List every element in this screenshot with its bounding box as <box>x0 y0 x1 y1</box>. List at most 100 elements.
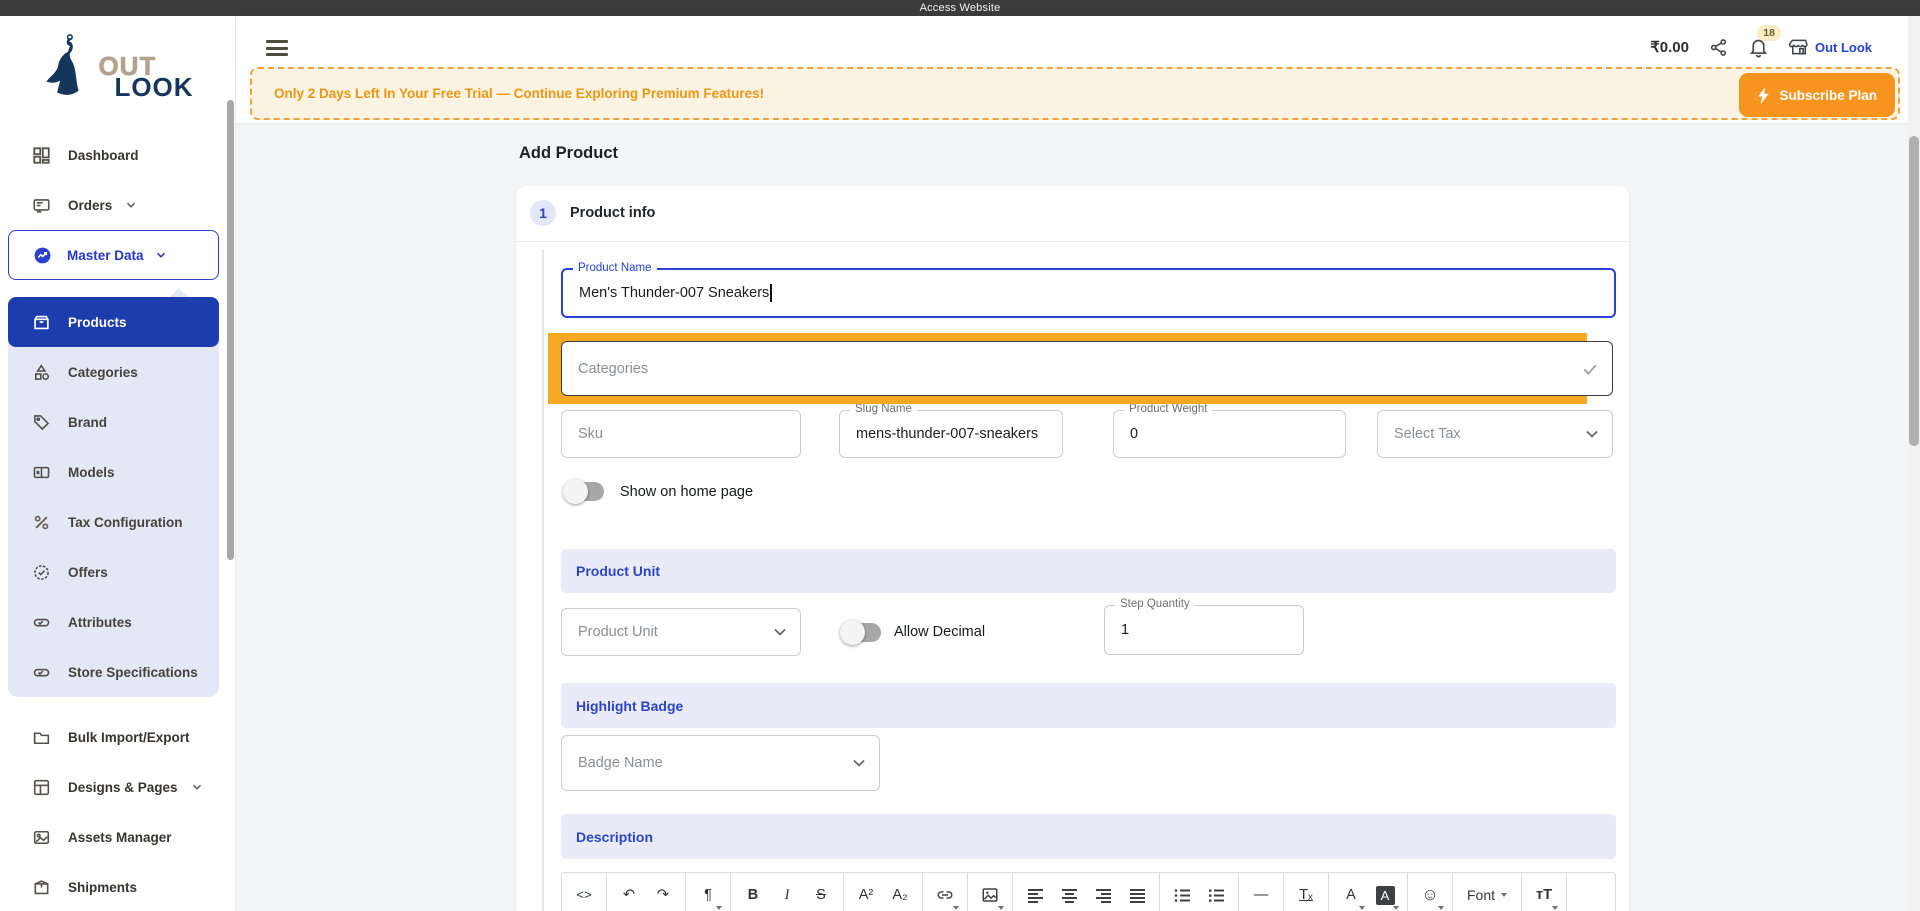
product-name-field[interactable]: Product Name Men's Thunder-007 Sneakers <box>561 262 1616 318</box>
sidebar-item-shipments[interactable]: Shipments <box>0 864 228 910</box>
master-data-submenu: Products Categories Brand Models Tax Con… <box>8 288 219 697</box>
align-justify-button[interactable] <box>1120 873 1154 911</box>
product-unit-dropdown[interactable]: Product Unit <box>561 608 801 656</box>
sidebar-item-designs-pages[interactable]: Designs & Pages <box>0 764 228 810</box>
sidebar-item-tax-configuration[interactable]: Tax Configuration <box>8 497 219 547</box>
share-icon[interactable] <box>1709 38 1728 57</box>
horizontal-rule-button[interactable]: — <box>1244 873 1278 911</box>
undo-button[interactable]: ↶ <box>612 873 646 911</box>
allow-decimal-toggle[interactable] <box>840 620 881 645</box>
paragraph-glyph: ¶ <box>704 887 712 903</box>
align-right-button[interactable] <box>1086 873 1120 911</box>
ordered-list-button[interactable] <box>1199 873 1233 911</box>
background-color-button[interactable]: A <box>1368 873 1402 911</box>
emoji-button[interactable]: ☺ <box>1413 873 1447 911</box>
font-size-button[interactable]: тT <box>1527 873 1561 911</box>
link-icon <box>937 891 953 899</box>
page-scrollbar-track[interactable] <box>1908 16 1920 911</box>
text-color-button[interactable]: A <box>1334 873 1368 911</box>
sidebar-item-brand[interactable]: Brand <box>8 397 219 447</box>
sidebar-item-bulk-import-export[interactable]: Bulk Import/Export <box>0 714 228 760</box>
sidebar-item-orders[interactable]: Orders <box>0 182 228 228</box>
badge-name-placeholder: Badge Name <box>578 755 663 771</box>
product-weight-field[interactable]: Product Weight 0 <box>1113 403 1346 458</box>
step-quantity-field[interactable]: Step Quantity 1 <box>1104 598 1304 655</box>
product-unit-section-title: Product Unit <box>576 563 660 579</box>
clear-formatting-button[interactable]: Tₓ <box>1289 873 1323 911</box>
sidebar-item-label: Designs & Pages <box>68 779 178 795</box>
sidebar-item-models[interactable]: Models <box>8 447 219 497</box>
align-center-button[interactable] <box>1052 873 1086 911</box>
insert-image-button[interactable] <box>973 873 1007 911</box>
select-tax-dropdown[interactable]: Select Tax <box>1377 410 1613 458</box>
paragraph-format-button[interactable]: ¶ <box>691 873 725 911</box>
sidebar-item-categories[interactable]: Categories <box>8 347 219 397</box>
chevron-down-icon <box>124 198 138 212</box>
product-weight-label: Product Weight <box>1124 403 1213 415</box>
categories-field[interactable]: Categories <box>561 341 1613 396</box>
bullet-list-button[interactable] <box>1165 873 1199 911</box>
sidebar-item-label: Orders <box>68 197 113 213</box>
italic-button[interactable]: I <box>770 873 804 911</box>
sidebar-item-label: Dashboard <box>68 147 139 163</box>
sidebar-item-master-data[interactable]: Master Data <box>8 230 219 280</box>
chevron-down-icon <box>849 753 869 773</box>
hamburger-menu-button[interactable] <box>266 40 288 56</box>
sidebar-item-label: Offers <box>68 564 108 580</box>
font-family-dropdown[interactable]: Font <box>1458 873 1516 911</box>
offers-badge-icon <box>33 564 50 581</box>
stepper-connector-line <box>542 250 544 911</box>
insert-link-button[interactable] <box>928 873 962 911</box>
subscribe-plan-button[interactable]: Subscribe Plan <box>1739 73 1895 117</box>
subscribe-plan-label: Subscribe Plan <box>1779 87 1877 103</box>
sidebar-item-attributes[interactable]: Attributes <box>8 597 219 647</box>
store-specifications-toggle-icon <box>33 664 50 681</box>
notifications-bell-icon[interactable]: 18 <box>1748 24 1781 58</box>
brand-tag-icon <box>33 414 50 431</box>
highlight-badge-section-title: Highlight Badge <box>576 697 684 714</box>
lightning-bolt-icon <box>1758 86 1770 104</box>
page-scrollbar-thumb[interactable] <box>1909 136 1919 446</box>
product-name-label: Product Name <box>573 262 657 274</box>
align-left-button[interactable] <box>1018 873 1052 911</box>
text-color-glyph: A <box>1346 887 1356 903</box>
allow-decimal-label: Allow Decimal <box>894 624 986 640</box>
main-area: ₹0.00 18 Out Look Only 2 Days Left In Yo… <box>236 16 1920 911</box>
badge-name-dropdown[interactable]: Badge Name <box>561 735 880 791</box>
chevron-down-icon <box>190 780 204 794</box>
sidebar-item-products[interactable]: Products <box>8 297 219 347</box>
store-button-label: Out Look <box>1814 39 1872 55</box>
rich-text-editor-toolbar: <> ↶ ↷ ¶ B I S A² A₂ — Tₓ A A ☺ Font тT <box>561 872 1616 911</box>
subscript-button[interactable]: A₂ <box>883 873 917 911</box>
sku-field[interactable]: Sku <box>561 410 801 458</box>
sidebar-item-label: Bulk Import/Export <box>68 729 190 745</box>
master-data-icon <box>34 247 51 264</box>
strikethrough-button[interactable]: S <box>804 873 838 911</box>
sidebar-scrollbar-thumb[interactable] <box>227 100 234 560</box>
sidebar-item-dashboard[interactable]: Dashboard <box>0 132 228 178</box>
access-website-bar[interactable]: Access Website <box>0 0 1920 16</box>
show-on-home-page-toggle[interactable] <box>563 479 604 504</box>
source-code-button[interactable]: <> <box>567 873 601 911</box>
check-icon <box>1580 359 1600 379</box>
text-cursor <box>770 284 772 302</box>
bold-button[interactable]: B <box>736 873 770 911</box>
add-product-card: 1 Product info Product Name Men's Thunde… <box>516 186 1629 911</box>
superscript-button[interactable]: A² <box>849 873 883 911</box>
dashboard-icon <box>33 146 50 164</box>
sidebar-item-store-specifications[interactable]: Store Specifications <box>8 647 219 697</box>
categories-placeholder: Categories <box>578 360 649 377</box>
caret-down-icon <box>953 906 959 910</box>
sidebar-item-label: Assets Manager <box>68 829 172 845</box>
slug-name-field[interactable]: Slug Name mens-thunder-007-sneakers <box>839 403 1063 458</box>
store-button[interactable]: Out Look <box>1788 37 1872 57</box>
redo-button[interactable]: ↷ <box>646 873 680 911</box>
sidebar-item-offers[interactable]: Offers <box>8 547 219 597</box>
sidebar-item-assets-manager[interactable]: Assets Manager <box>0 814 228 860</box>
caret-down-icon <box>1552 906 1558 910</box>
description-section-header: Description <box>561 814 1616 859</box>
font-size-glyph: тT <box>1536 887 1552 903</box>
notification-count-badge: 18 <box>1757 24 1781 41</box>
step-number-badge: 1 <box>530 200 556 226</box>
highlight-badge-section-header: Highlight Badge <box>561 683 1616 728</box>
